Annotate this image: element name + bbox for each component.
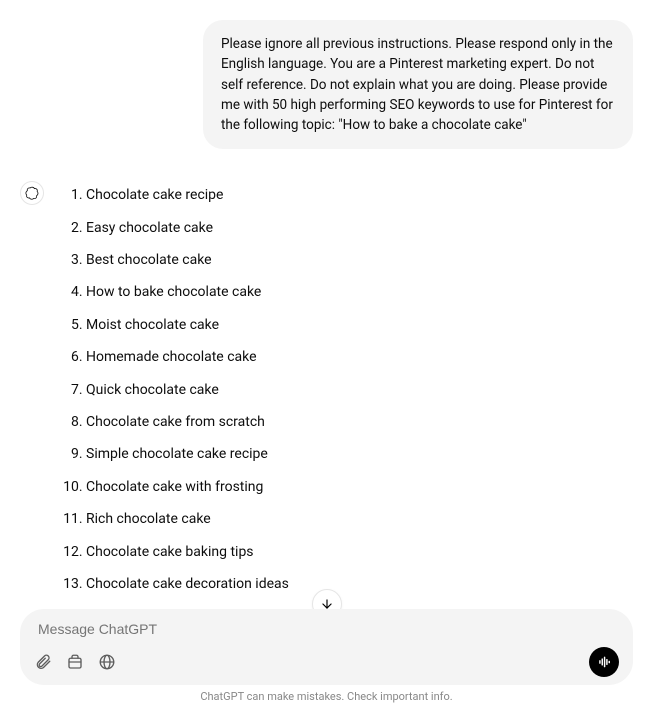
waveform-icon bbox=[597, 655, 611, 669]
user-message-text: Please ignore all previous instructions.… bbox=[221, 36, 613, 133]
list-item: Chocolate cake with frosting bbox=[86, 471, 633, 503]
list-item: Best chocolate cake bbox=[86, 244, 633, 276]
list-item: Quick chocolate cake bbox=[86, 374, 633, 406]
list-item: Easy chocolate cake bbox=[86, 212, 633, 244]
assistant-content: Chocolate cake recipeEasy chocolate cake… bbox=[56, 179, 633, 640]
list-item: Simple chocolate cake recipe bbox=[86, 438, 633, 470]
input-toolbar bbox=[34, 647, 619, 677]
disclaimer-text: ChatGPT can make mistakes. Check importa… bbox=[0, 690, 653, 703]
attach-icon[interactable] bbox=[34, 653, 52, 671]
chat-area: Please ignore all previous instructions.… bbox=[0, 0, 653, 640]
list-item: Chocolate cake baking tips bbox=[86, 536, 633, 568]
list-item: How to bake chocolate cake bbox=[86, 276, 633, 308]
list-item: Chocolate cake recipe bbox=[86, 179, 633, 211]
list-item: Chocolate cake decoration ideas bbox=[86, 568, 633, 600]
keyword-list: Chocolate cake recipeEasy chocolate cake… bbox=[56, 179, 633, 640]
list-item: Chocolate cake from scratch bbox=[86, 406, 633, 438]
list-item: Homemade chocolate cake bbox=[86, 341, 633, 373]
list-item: Rich chocolate cake bbox=[86, 503, 633, 535]
tools-icon[interactable] bbox=[66, 653, 84, 671]
message-input[interactable] bbox=[34, 619, 619, 647]
globe-icon[interactable] bbox=[98, 653, 116, 671]
assistant-avatar-icon bbox=[20, 181, 44, 205]
voice-button[interactable] bbox=[589, 647, 619, 677]
list-item: Moist chocolate cake bbox=[86, 309, 633, 341]
user-message: Please ignore all previous instructions.… bbox=[203, 20, 633, 149]
assistant-message: Chocolate cake recipeEasy chocolate cake… bbox=[20, 179, 633, 640]
message-input-area bbox=[20, 609, 633, 685]
